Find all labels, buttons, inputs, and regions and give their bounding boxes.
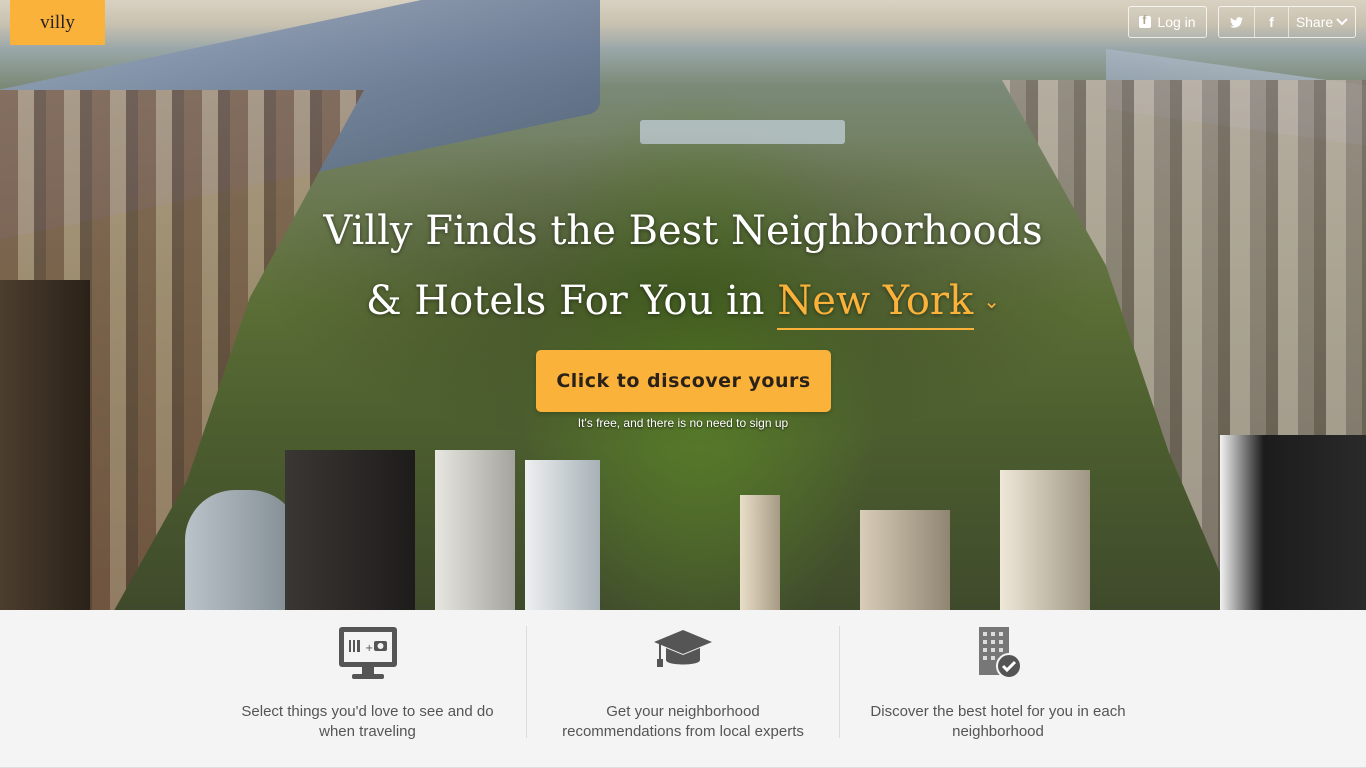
twitter-button[interactable] [1219,7,1255,37]
share-label: Share [1295,14,1334,30]
headline-line-2-text: & Hotels For You in [365,278,765,324]
feature-select-activities: + Select things you'd love to see and do… [210,626,525,740]
logo[interactable]: villy [10,0,105,45]
city-name: New York [777,278,974,324]
login-button[interactable]: Log in [1128,6,1207,38]
hotel-check-icon [979,627,1022,679]
share-group: f Share [1218,6,1356,38]
facebook-button[interactable]: f [1255,7,1289,37]
graduation-cap-icon [654,630,712,667]
headline-line-1: Villy Finds the Best Neighborhoods [323,208,1043,254]
cta-note: It's free, and there is no need to sign … [577,416,789,430]
features-section: + Select things you'd love to see and do… [0,610,1366,768]
feature-text: Get your neighborhood recommendations fr… [562,703,804,740]
discover-button[interactable]: Click to discover yours [536,350,831,412]
monitor-icon: + [338,627,397,679]
feature-text: Select things you'd love to see and do w… [241,703,494,740]
hero-headline: Villy Finds the Best Neighborhoods & Hot… [0,196,1366,336]
twitter-icon [1230,16,1243,28]
city-selector[interactable]: New York ⌄ [777,266,1000,336]
login-label: Log in [1157,14,1196,30]
feature-best-hotel: Discover the best hotel for you in each … [841,626,1155,740]
headline-line-2: & Hotels For You in New York ⌄ [0,266,1366,336]
feature-text: Discover the best hotel for you in each … [870,703,1126,740]
share-button[interactable]: Share [1289,7,1355,37]
facebook-icon [1139,13,1152,28]
svg-text:+: + [365,643,373,654]
facebook-icon: f [1269,14,1274,30]
feature-local-experts: Get your neighborhood recommendations fr… [526,626,840,740]
chevron-down-icon: ⌄ [983,289,1001,313]
chevron-down-icon [1336,18,1348,26]
